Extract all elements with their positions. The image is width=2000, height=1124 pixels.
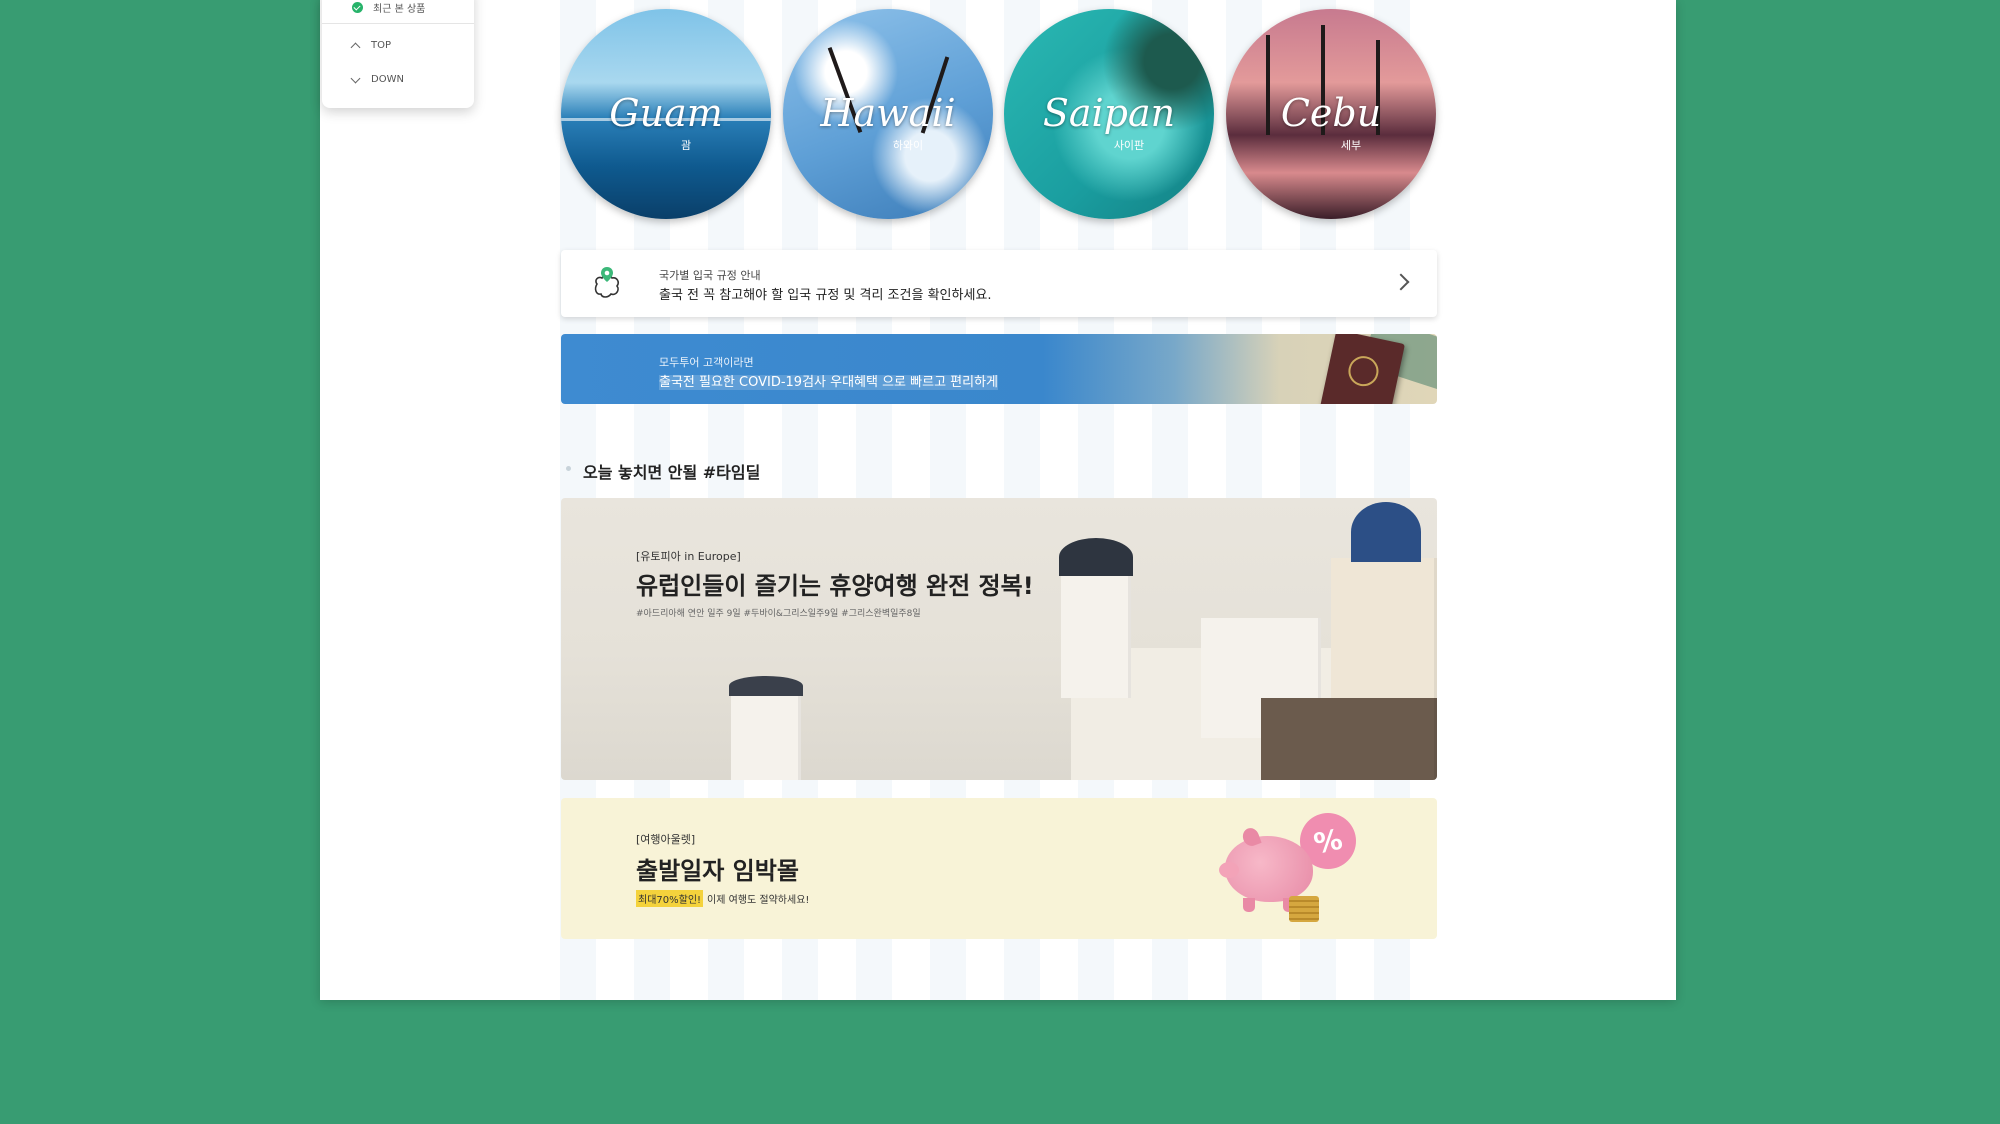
quick-menu-panel: 최근 본 상품 TOP DOWN bbox=[322, 0, 474, 108]
recent-viewed-label: 최근 본 상품 bbox=[373, 4, 426, 15]
chevron-down-icon bbox=[350, 73, 361, 83]
chevron-right-icon bbox=[1392, 273, 1410, 291]
destination-name-ko: 사이판 bbox=[1113, 139, 1145, 152]
small-windmill bbox=[731, 693, 801, 780]
entry-info-text: 출국 전 꼭 참고해야 할 입국 규정 및 격리 조건을 확인하세요. bbox=[659, 288, 992, 303]
piggy-snout bbox=[1219, 862, 1239, 878]
discount-highlight: 최대70%할인! bbox=[636, 890, 704, 907]
destination-name-ko: 괌 bbox=[680, 139, 692, 152]
covid-banner-text: 출국전 필요한 COVID-19검사 우대혜택 으로 빠르고 편리하게 bbox=[659, 371, 999, 390]
destination-name-ko: 하와이 bbox=[892, 139, 924, 152]
top-button[interactable]: TOP bbox=[350, 40, 392, 52]
destination-name-en: Cebu bbox=[1280, 91, 1382, 135]
destination-name-en: Guam bbox=[609, 91, 723, 135]
divider bbox=[322, 23, 474, 24]
destination-name-en: Hawaii bbox=[820, 91, 956, 135]
small-windmill-roof bbox=[729, 676, 803, 696]
destination-guam[interactable]: Guam 괌 bbox=[561, 9, 771, 219]
covid-test-banner[interactable]: 모두투어 고객이라면 출국전 필요한 COVID-19검사 우대혜택 으로 빠르… bbox=[561, 334, 1437, 404]
covid-banner-caption: 모두투어 고객이라면 bbox=[659, 356, 754, 369]
check-icon bbox=[352, 2, 363, 13]
chevron-up-icon bbox=[350, 42, 361, 52]
outlet-banner-subtext: 이제 여행도 절약하세요! bbox=[707, 895, 810, 906]
windmill-roof bbox=[1059, 538, 1133, 576]
entry-regulation-banner[interactable]: 국가별 입국 규정 안내 출국 전 꼭 참고해야 할 입국 규정 및 격리 조건… bbox=[561, 250, 1437, 317]
europe-banner-caption: [유토피아 in Europe] bbox=[636, 550, 741, 563]
coin-stack-icon bbox=[1289, 896, 1319, 922]
top-label: TOP bbox=[371, 40, 392, 51]
europe-banner-title: 유럽인들이 즐기는 휴양여행 완전 정복! bbox=[636, 572, 1034, 600]
outlet-banner-desc: 최대70%할인! 이제 여행도 절약하세요! bbox=[636, 890, 809, 907]
timedeal-title: 오늘 놓치면 안될 #타임딜 bbox=[583, 463, 761, 482]
bullet-dot bbox=[566, 466, 571, 471]
piggy-bank-icon bbox=[1219, 825, 1313, 912]
europe-promo-banner[interactable]: [유토피아 in Europe] 유럽인들이 즐기는 휴양여행 완전 정복! #… bbox=[561, 498, 1437, 780]
church-building bbox=[1331, 558, 1437, 698]
terrace-crowd bbox=[1261, 698, 1437, 780]
windmill-tower bbox=[1061, 568, 1131, 698]
blue-dome bbox=[1351, 502, 1421, 562]
europe-banner-tags: #아드리아해 연안 일주 9일 #두바이&그리스일주9일 #그리스완벽일주8일 bbox=[636, 609, 921, 619]
destination-name-ko: 세부 bbox=[1340, 139, 1362, 152]
outlet-promo-banner[interactable]: [여행아울렛] 출발일자 임박몰 최대70%할인! 이제 여행도 절약하세요! … bbox=[561, 798, 1437, 939]
down-button[interactable]: DOWN bbox=[350, 73, 404, 85]
globe-pin-icon bbox=[594, 267, 619, 298]
recent-viewed-item[interactable]: 최근 본 상품 bbox=[352, 0, 425, 15]
piggy-leg bbox=[1243, 898, 1255, 912]
destination-hawaii[interactable]: Hawaii 하와이 bbox=[783, 9, 993, 219]
covid-banner-headline: 출국전 필요한 COVID-19검사 우대혜택 으로 빠르고 편리하게 bbox=[659, 375, 999, 390]
passport-image bbox=[1319, 334, 1405, 404]
destination-name-en: Saipan bbox=[1042, 91, 1176, 135]
outlet-banner-title: 출발일자 임박몰 bbox=[636, 857, 799, 885]
piggy-ear bbox=[1240, 825, 1262, 849]
destination-saipan[interactable]: Saipan 사이판 bbox=[1004, 9, 1214, 219]
outlet-banner-caption: [여행아울렛] bbox=[636, 833, 696, 846]
down-label: DOWN bbox=[371, 74, 404, 85]
entry-info-caption: 국가별 입국 규정 안내 bbox=[659, 269, 761, 282]
destination-cebu[interactable]: Cebu 세부 bbox=[1226, 9, 1436, 219]
